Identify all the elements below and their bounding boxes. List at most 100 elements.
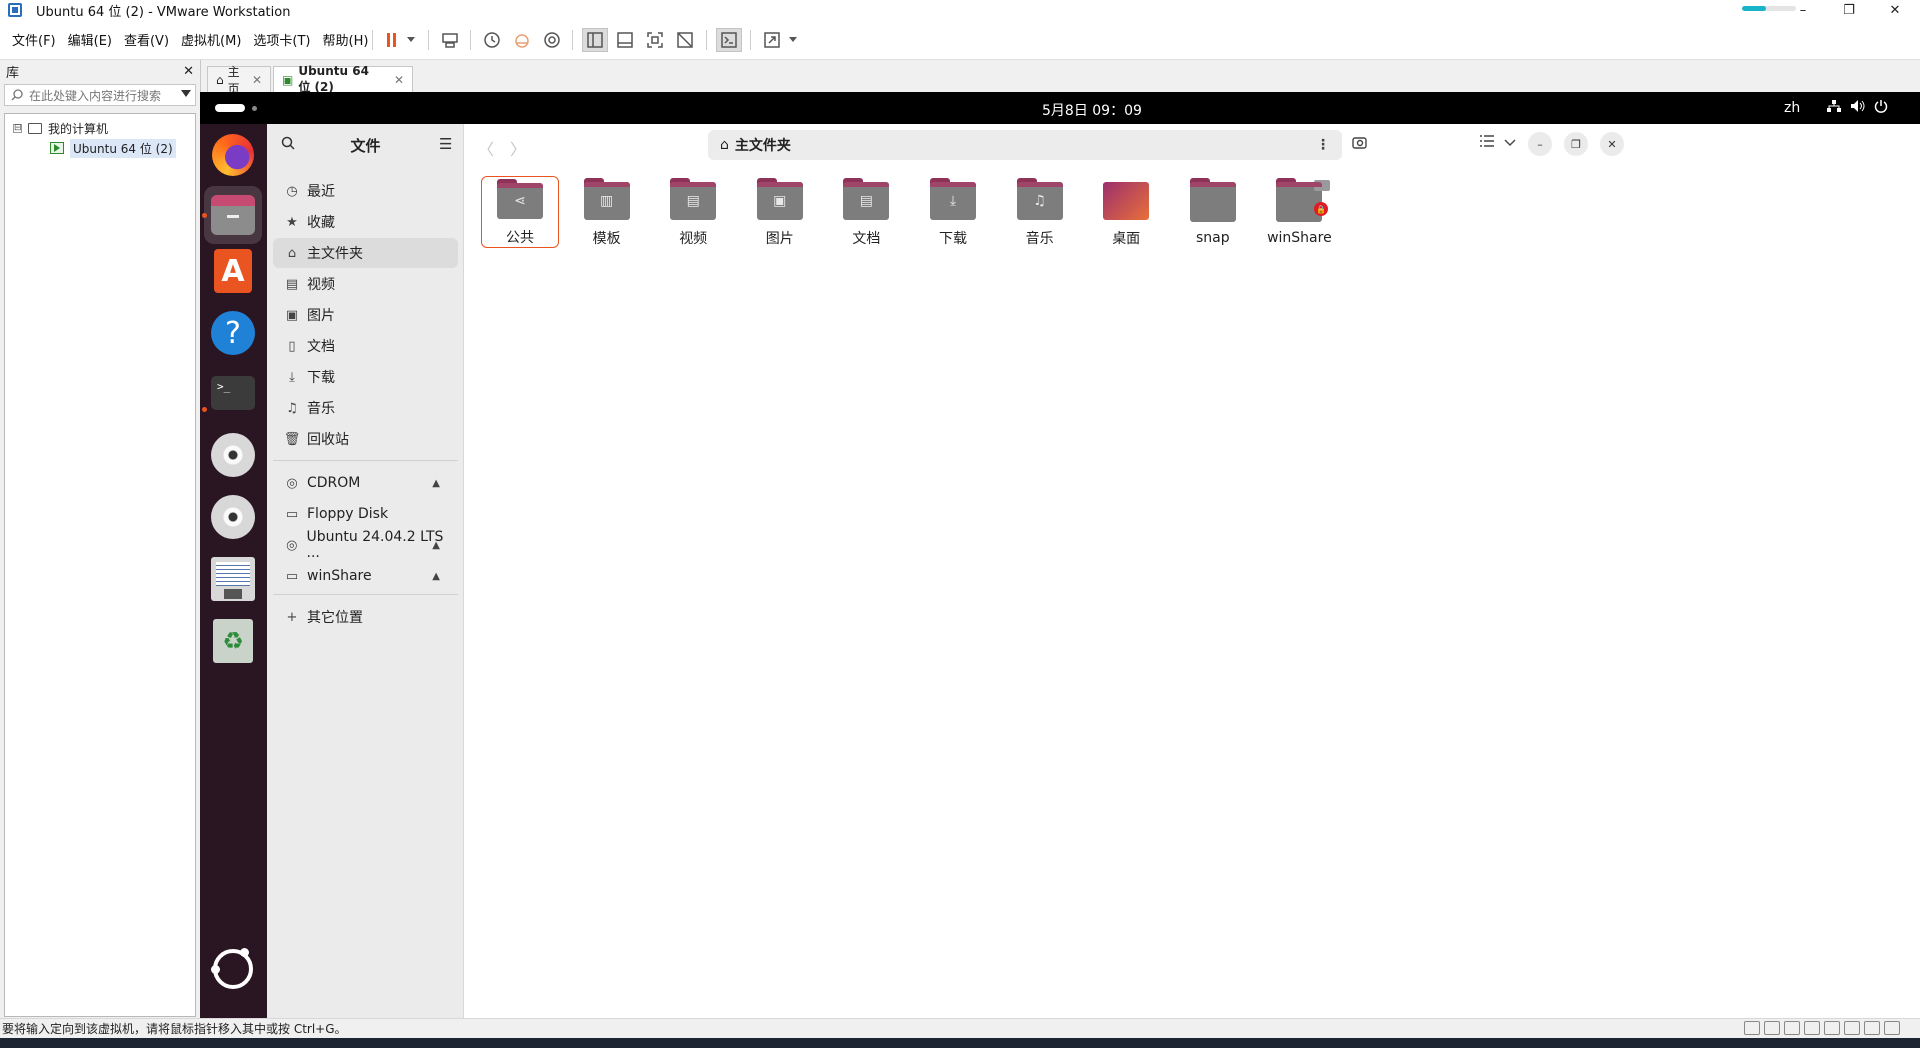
help-icon[interactable]: ? bbox=[210, 310, 256, 356]
hdd-icon[interactable] bbox=[1744, 1021, 1760, 1035]
sidebar-item-place[interactable]: ◷ 最近 bbox=[273, 176, 458, 206]
collapse-icon[interactable]: ⊟ bbox=[13, 123, 22, 133]
thumbnail-bar-icon[interactable] bbox=[612, 28, 638, 52]
workspace-indicator-active[interactable] bbox=[215, 104, 245, 112]
power-icon[interactable] bbox=[1874, 99, 1888, 117]
cdrom-icon[interactable] bbox=[210, 432, 256, 478]
send-keys-icon[interactable] bbox=[438, 28, 462, 52]
usb-status-icon[interactable] bbox=[1844, 1021, 1860, 1035]
menu-file[interactable]: 文件(F) bbox=[12, 30, 56, 49]
search-dropdown-icon[interactable] bbox=[181, 90, 191, 97]
folder-item[interactable]: 🔒 winShare bbox=[1260, 176, 1338, 248]
list-view-icon[interactable] bbox=[1480, 135, 1494, 151]
pause-icon[interactable] bbox=[382, 28, 402, 52]
fullscreen-icon[interactable] bbox=[642, 28, 668, 52]
folder-item[interactable]: ▤ 视频 bbox=[654, 176, 732, 248]
tab-close-icon[interactable]: ✕ bbox=[252, 73, 262, 87]
sound-status-icon[interactable] bbox=[1864, 1021, 1880, 1035]
floppy-status-icon[interactable] bbox=[1804, 1021, 1820, 1035]
tree-node-ubuntu-vm[interactable]: Ubuntu 64 位 (2) bbox=[5, 138, 195, 158]
clock[interactable]: 5月8日 09：09 bbox=[1042, 100, 1142, 120]
tab-home[interactable]: ⌂ 主页 ✕ bbox=[207, 65, 271, 96]
menu-tabs[interactable]: 选项卡(T) bbox=[253, 30, 310, 49]
library-view-icon[interactable] bbox=[582, 28, 608, 52]
stretch-icon[interactable] bbox=[760, 28, 784, 52]
menu-edit[interactable]: 编辑(E) bbox=[68, 30, 112, 49]
folder-item[interactable]: ⋖ 公共 bbox=[481, 176, 559, 248]
eject-icon[interactable]: ▲ bbox=[432, 478, 440, 489]
snapshot-manager-icon[interactable] bbox=[540, 28, 564, 52]
library-search-input[interactable]: 在此处键入内容进行搜索 bbox=[4, 84, 196, 106]
folder-item[interactable]: ▥ 模板 bbox=[568, 176, 646, 248]
maximize-button[interactable]: ❐ bbox=[1826, 0, 1872, 20]
menu-help[interactable]: 帮助(H) bbox=[323, 30, 369, 49]
volume-icon[interactable] bbox=[1850, 99, 1866, 117]
sidebar-item-place[interactable]: ★ 收藏 bbox=[273, 207, 458, 237]
sidebar-item-place[interactable]: ▯ 文档 bbox=[273, 331, 458, 361]
firefox-icon[interactable] bbox=[210, 132, 256, 178]
terminal-icon[interactable]: >_ bbox=[210, 370, 256, 416]
menu-view[interactable]: 查看(V) bbox=[124, 30, 169, 49]
cdrom-icon[interactable] bbox=[210, 494, 256, 540]
close-button[interactable]: ✕ bbox=[1872, 0, 1918, 20]
cdrom-status-icon[interactable] bbox=[1784, 1021, 1800, 1035]
cdrom-status-icon[interactable] bbox=[1764, 1021, 1780, 1035]
folder-item[interactable]: snap bbox=[1174, 176, 1252, 248]
disc-icon: ◎ bbox=[286, 475, 298, 491]
folder-item[interactable]: 桌面 bbox=[1087, 176, 1165, 248]
folder-item[interactable]: ▣ 图片 bbox=[741, 176, 819, 248]
tab-close-icon[interactable]: ✕ bbox=[394, 73, 404, 87]
sidebar-item-device[interactable]: ▭ Floppy Disk bbox=[273, 499, 458, 529]
sidebar-item-place[interactable]: ♫ 音乐 bbox=[273, 393, 458, 423]
path-bar[interactable]: ⌂ 主文件夹 ⋮ bbox=[708, 130, 1342, 160]
sidebar-item-place[interactable]: ⌂ 主文件夹 bbox=[273, 238, 458, 268]
tree-node-my-computer[interactable]: ⊟ 我的计算机 bbox=[5, 118, 195, 138]
forward-button[interactable]: 〉 bbox=[510, 136, 526, 160]
show-apps-icon[interactable] bbox=[210, 946, 256, 992]
sidebar-item-place[interactable]: ⤓ 下载 bbox=[273, 362, 458, 392]
search-content-icon[interactable] bbox=[1352, 135, 1368, 155]
floppy-icon[interactable] bbox=[210, 556, 256, 602]
console-icon[interactable] bbox=[716, 28, 742, 52]
sidebar-item-place[interactable]: 🗑 回收站 bbox=[273, 424, 458, 454]
menu-vm[interactable]: 虚拟机(M) bbox=[181, 30, 241, 49]
sidebar-item-place[interactable]: ▣ 图片 bbox=[273, 300, 458, 330]
sidebar-item-device[interactable]: ◎ Ubuntu 24.04.2 LTS ... ▲ bbox=[273, 529, 458, 561]
sidebar-item-other-locations[interactable]: + 其它位置 bbox=[273, 602, 458, 632]
folder-item[interactable]: ⤓ 下载 bbox=[914, 176, 992, 248]
message-log-icon[interactable] bbox=[1884, 1021, 1900, 1035]
eject-icon[interactable]: ▲ bbox=[432, 571, 440, 582]
view-options-chevron-down-icon[interactable] bbox=[1504, 135, 1516, 151]
back-button[interactable]: 〈 bbox=[478, 136, 494, 160]
sidebar-item-device[interactable]: ◎ CDROM ▲ bbox=[273, 468, 458, 498]
window-maximize-button[interactable]: ❐ bbox=[1564, 132, 1588, 156]
path-menu-icon[interactable]: ⋮ bbox=[1316, 137, 1330, 153]
folder-item[interactable]: ▤ 文档 bbox=[827, 176, 905, 248]
sidebar-item-device[interactable]: ▭ winShare ▲ bbox=[273, 561, 458, 591]
dropdown-icon[interactable] bbox=[404, 28, 418, 52]
progress-fill bbox=[1742, 6, 1767, 11]
folder-item[interactable]: ♫ 音乐 bbox=[1001, 176, 1079, 248]
trash-icon[interactable]: ♻ bbox=[210, 618, 256, 664]
folder-label: 视频 bbox=[679, 231, 708, 247]
window-minimize-button[interactable]: – bbox=[1528, 132, 1552, 156]
app-center-icon[interactable]: A bbox=[210, 248, 256, 294]
network-icon[interactable] bbox=[1826, 99, 1842, 117]
tab-ubuntu-vm[interactable]: ▣ Ubuntu 64 位 (2) ✕ bbox=[273, 64, 413, 94]
unity-icon[interactable] bbox=[672, 28, 698, 52]
window-close-button[interactable]: ✕ bbox=[1600, 132, 1624, 156]
menu-icon[interactable]: ☰ bbox=[439, 135, 452, 153]
snapshot-icon[interactable] bbox=[480, 28, 504, 52]
files-icon[interactable] bbox=[204, 186, 262, 244]
network-status-icon[interactable] bbox=[1824, 1021, 1840, 1035]
revert-snapshot-icon[interactable] bbox=[510, 28, 534, 52]
library-tree: ⊟ 我的计算机 Ubuntu 64 位 (2) bbox=[4, 113, 196, 1017]
eject-icon[interactable]: ▲ bbox=[432, 540, 440, 551]
stretch-dropdown-icon[interactable] bbox=[786, 28, 800, 52]
vm-display[interactable]: 5月8日 09：09 zh A ? >_ ♻ 文件 ☰ ◷ 最近 ★ 收藏 ⌂ … bbox=[200, 92, 1920, 1018]
minimize-button[interactable]: – bbox=[1780, 0, 1826, 20]
workspace-indicator-dot[interactable] bbox=[252, 106, 257, 111]
input-method[interactable]: zh bbox=[1784, 100, 1800, 116]
sidebar-item-place[interactable]: ▤ 视频 bbox=[273, 269, 458, 299]
library-close-icon[interactable]: ✕ bbox=[183, 64, 194, 79]
